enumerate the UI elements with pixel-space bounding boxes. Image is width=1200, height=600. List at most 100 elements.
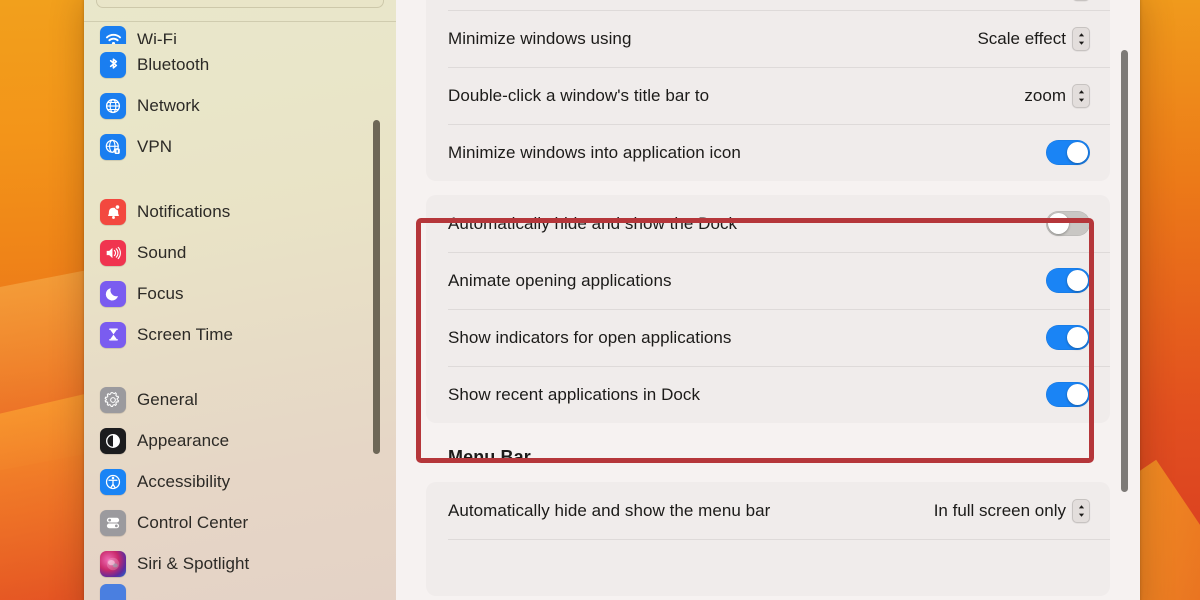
- row-label: Show indicators for open applications: [448, 327, 732, 347]
- chevron-updown-icon: [1072, 83, 1090, 108]
- row-show-recent-applications[interactable]: Show recent applications in Dock: [426, 366, 1110, 423]
- row-value: In full screen only: [933, 500, 1066, 520]
- sidebar-item-vpn[interactable]: VPN: [84, 126, 396, 167]
- control-center-icon: [100, 509, 126, 536]
- main-content: Position on screen Bottom Minimize windo…: [396, 0, 1140, 600]
- sidebar-item-appearance[interactable]: Appearance: [84, 420, 396, 461]
- popup-double-click-title-bar[interactable]: zoom: [1024, 83, 1090, 108]
- toggle-show-indicators[interactable]: [1046, 325, 1090, 350]
- sidebar-item-label: Appearance: [137, 430, 230, 450]
- chevron-updown-icon: [1072, 498, 1090, 523]
- sidebar-item-siri-spotlight[interactable]: Siri & Spotlight: [84, 543, 396, 584]
- toggle-minimize-into-app-icon[interactable]: [1046, 140, 1090, 165]
- system-settings-window: Search Wi-Fi: [84, 0, 1140, 600]
- wifi-icon: [100, 26, 126, 44]
- toggle-knob: [1067, 327, 1088, 348]
- bell-icon: [100, 198, 126, 225]
- row-label: Automatically hide and show the menu bar: [448, 500, 771, 520]
- toggle-auto-hide-dock[interactable]: [1046, 211, 1090, 236]
- dock-options-card: Position on screen Bottom Minimize windo…: [426, 0, 1110, 181]
- section-title-menu-bar: Menu Bar: [448, 447, 531, 467]
- vpn-icon: [100, 133, 126, 160]
- row-label: Double-click a window's title bar to: [448, 85, 710, 105]
- toggle-knob: [1067, 384, 1088, 405]
- siri-icon: [100, 550, 126, 577]
- chevron-updown-icon: [1072, 26, 1090, 51]
- sidebar-item-label: General: [137, 389, 198, 409]
- toggle-animate-opening-applications[interactable]: [1046, 268, 1090, 293]
- sidebar-item-notifications[interactable]: Notifications: [84, 191, 396, 232]
- sidebar-item-bluetooth[interactable]: Bluetooth: [84, 44, 396, 85]
- sidebar-item-wi-fi[interactable]: Wi-Fi: [84, 22, 396, 44]
- row-label: Show recent applications in Dock: [448, 384, 701, 404]
- speaker-icon: [100, 239, 126, 266]
- chevron-updown-icon: [1072, 0, 1090, 1]
- main-scrollbar[interactable]: [1121, 50, 1128, 492]
- sidebar: Search Wi-Fi: [84, 0, 396, 600]
- sidebar-item-label: Sound: [137, 242, 187, 262]
- sidebar-item-label: Network: [137, 95, 200, 115]
- row-minimize-windows-using[interactable]: Minimize windows using Scale effect: [426, 10, 1110, 67]
- bluetooth-icon: [100, 51, 126, 78]
- card-gap: [426, 181, 1110, 195]
- gear-icon: [100, 386, 126, 413]
- row-partial-below[interactable]: [426, 539, 1110, 596]
- sidebar-group-system: General Appearance Accessibility Control…: [84, 379, 396, 600]
- wallpaper-right-edge: [1138, 0, 1200, 600]
- row-auto-hide-menu-bar[interactable]: Automatically hide and show the menu bar…: [426, 482, 1110, 539]
- row-show-indicators[interactable]: Show indicators for open applications: [426, 309, 1110, 366]
- sidebar-item-sound[interactable]: Sound: [84, 232, 396, 273]
- menu-bar-card: Automatically hide and show the menu bar…: [426, 482, 1110, 596]
- row-label: Minimize windows into application icon: [448, 142, 741, 162]
- partial-icon: [100, 584, 126, 600]
- sidebar-item-label: Control Center: [137, 512, 249, 532]
- network-icon: [100, 92, 126, 119]
- desktop-screen: Search Wi-Fi: [0, 0, 1200, 600]
- toggle-knob: [1048, 213, 1069, 234]
- sidebar-item-label: VPN: [137, 136, 173, 156]
- popup-position-on-screen[interactable]: Bottom: [1012, 0, 1090, 10]
- hourglass-icon: [100, 321, 126, 348]
- accessibility-icon: [100, 468, 126, 495]
- sidebar-item-label: Screen Time: [137, 324, 233, 344]
- sidebar-search-wrap: Search: [84, 0, 396, 12]
- sidebar-item-accessibility[interactable]: Accessibility: [84, 461, 396, 502]
- row-position-on-screen[interactable]: Position on screen Bottom: [426, 0, 1110, 10]
- sidebar-item-label: Wi-Fi: [137, 30, 177, 44]
- row-value: Scale effect: [977, 28, 1066, 48]
- toggle-show-recent-applications[interactable]: [1046, 382, 1090, 407]
- sidebar-item-label: Bluetooth: [137, 54, 210, 74]
- sidebar-nav: Wi-Fi Bluetooth Network VPN Notification…: [84, 22, 396, 600]
- row-auto-hide-dock[interactable]: Automatically hide and show the Dock: [426, 195, 1110, 252]
- sidebar-group-network: Wi-Fi Bluetooth Network VPN: [84, 22, 396, 167]
- appearance-icon: [100, 427, 126, 454]
- sidebar-item-partial[interactable]: [84, 584, 396, 600]
- row-label: Automatically hide and show the Dock: [448, 213, 738, 233]
- row-double-click-title-bar[interactable]: Double-click a window's title bar to zoo…: [426, 67, 1110, 124]
- popup-auto-hide-menu-bar[interactable]: In full screen only: [933, 498, 1090, 523]
- sidebar-item-label: Siri & Spotlight: [137, 553, 250, 573]
- sidebar-item-label: Focus: [137, 283, 184, 303]
- sidebar-group-alerts: Notifications Sound Focus Screen Time: [84, 191, 396, 355]
- row-animate-opening-applications[interactable]: Animate opening applications: [426, 252, 1110, 309]
- sidebar-item-general[interactable]: General: [84, 379, 396, 420]
- toggle-knob: [1067, 142, 1088, 163]
- search-field[interactable]: Search: [96, 0, 384, 8]
- moon-icon: [100, 280, 126, 307]
- row-value: zoom: [1024, 85, 1066, 105]
- sidebar-item-label: Accessibility: [137, 471, 231, 491]
- sidebar-item-label: Notifications: [137, 201, 231, 221]
- popup-minimize-windows-using[interactable]: Scale effect: [977, 26, 1090, 51]
- dock-behavior-card: Automatically hide and show the Dock Ani…: [426, 195, 1110, 423]
- sidebar-scrollbar[interactable]: [373, 120, 380, 454]
- sidebar-item-network[interactable]: Network: [84, 85, 396, 126]
- sidebar-item-focus[interactable]: Focus: [84, 273, 396, 314]
- sidebar-item-control-center[interactable]: Control Center: [84, 502, 396, 543]
- sidebar-item-screen-time[interactable]: Screen Time: [84, 314, 396, 355]
- main-scroll-area: Position on screen Bottom Minimize windo…: [396, 0, 1140, 596]
- row-label: Minimize windows using: [448, 28, 632, 48]
- row-minimize-into-app-icon[interactable]: Minimize windows into application icon: [426, 124, 1110, 181]
- row-label: Animate opening applications: [448, 270, 672, 290]
